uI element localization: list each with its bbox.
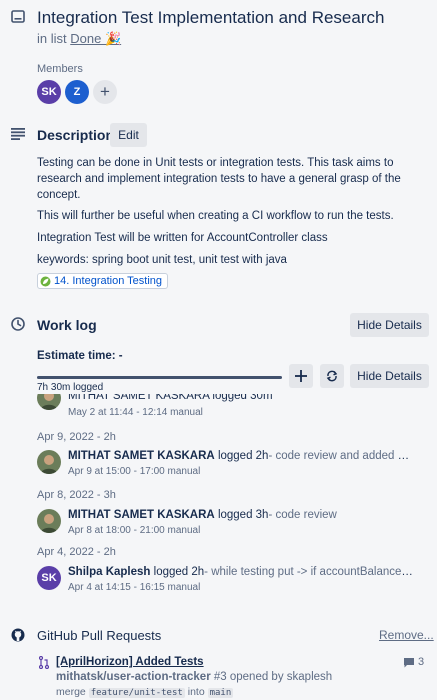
member-avatar-sk[interactable]: SK bbox=[37, 80, 61, 104]
list-info: in list Done 🎉 bbox=[37, 31, 121, 47]
remove-github-button[interactable]: Remove... bbox=[379, 628, 434, 642]
entry-text: MITHAT SAMET KASKARA logged 2h- code rev… bbox=[68, 450, 413, 462]
spring-leaf-icon bbox=[40, 276, 51, 286]
plus-icon bbox=[295, 370, 307, 382]
list-link[interactable]: Done 🎉 bbox=[70, 31, 121, 46]
entry-user-name[interactable]: Shilpa Kaplesh bbox=[68, 566, 150, 578]
entry-meta: Apr 8 at 18:00 - 21:00 manual bbox=[68, 525, 201, 536]
in-list-prefix: in list bbox=[37, 31, 67, 46]
pr-to-branch: main bbox=[207, 688, 234, 698]
member-avatar-z[interactable]: Z bbox=[65, 80, 89, 104]
entry-meta: Apr 9 at 15:00 - 17:00 manual bbox=[68, 466, 201, 477]
card-title: Integration Test Implementation and Rese… bbox=[37, 8, 385, 27]
refresh-worklog-button[interactable] bbox=[320, 364, 344, 388]
entry-avatar: SK bbox=[37, 566, 61, 590]
worklog-list[interactable]: MITHAT SAMET KASKARA logged 30m May 2 at… bbox=[0, 394, 437, 606]
entry-note: - while testing put -> if accountBalance… bbox=[204, 566, 413, 578]
worklog-title: Work log bbox=[37, 317, 97, 333]
github-icon bbox=[11, 628, 25, 642]
description-paragraph: keywords: spring boot unit test, unit te… bbox=[37, 254, 287, 266]
day-label: Apr 4, 2022 - 2h bbox=[37, 546, 116, 558]
entry-meta: May 2 at 11:44 - 12:14 manual bbox=[68, 407, 203, 418]
comment-icon bbox=[404, 657, 414, 667]
entry-text: MITHAT SAMET KASKARA logged 3h- code rev… bbox=[68, 509, 413, 521]
worklog-progress-fill bbox=[37, 376, 282, 379]
entry-user-name[interactable]: MITHAT SAMET KASKARA bbox=[68, 509, 215, 521]
logged-total: 7h 30m logged bbox=[37, 382, 104, 393]
clock-icon bbox=[11, 317, 25, 331]
entry-text: Shilpa Kaplesh logged 2h- while testing … bbox=[68, 566, 413, 578]
pull-request-icon bbox=[39, 656, 49, 669]
refresh-icon bbox=[326, 370, 338, 382]
pull-request-title[interactable]: [AprilHorizon] Added Tests bbox=[56, 656, 204, 668]
day-label: Apr 8, 2022 - 3h bbox=[37, 489, 116, 501]
entry-avatar bbox=[37, 450, 61, 474]
entry-user-name[interactable]: MITHAT SAMET KASKARA bbox=[68, 450, 215, 462]
chip-label: 14. Integration Testing bbox=[54, 275, 163, 287]
pr-from-branch: feature/unit-test bbox=[88, 688, 185, 698]
integration-testing-link-chip[interactable]: 14. Integration Testing bbox=[37, 273, 169, 289]
pr-comments: 3 bbox=[403, 656, 424, 668]
description-paragraph: Integration Test will be written for Acc… bbox=[37, 232, 328, 244]
edit-description-button[interactable]: Edit bbox=[110, 123, 147, 147]
pr-into-word: into bbox=[187, 686, 205, 698]
pull-request-branches: merge feature/unit-test into main bbox=[56, 686, 234, 698]
entry-note: - code review bbox=[268, 509, 337, 521]
pr-merge-word: merge bbox=[56, 686, 86, 698]
pr-opened: #3 opened by skaplesh bbox=[213, 671, 333, 683]
entry-action: logged 3h bbox=[217, 509, 269, 521]
entry-action: logged 2h bbox=[217, 450, 269, 462]
hide-details-button[interactable]: Hide Details bbox=[350, 313, 429, 337]
card-icon bbox=[11, 10, 25, 23]
entry-avatar bbox=[37, 394, 61, 410]
entry-avatar bbox=[37, 509, 61, 533]
entry-meta: Apr 4 at 14:15 - 16:15 manual bbox=[68, 582, 201, 593]
add-member-button[interactable]: + bbox=[93, 80, 117, 104]
members-row: SK Z + bbox=[37, 80, 117, 104]
worklog-progress-bar bbox=[37, 376, 282, 379]
members-label: Members bbox=[37, 63, 83, 75]
entry-text: MITHAT SAMET KASKARA logged 30m bbox=[68, 394, 273, 402]
description-icon bbox=[11, 128, 25, 140]
pr-comment-count: 3 bbox=[418, 656, 425, 668]
entry-note: - code review and added sam... bbox=[268, 450, 413, 462]
day-label: Apr 9, 2022 - 2h bbox=[37, 431, 116, 443]
description-paragraph: This will further be useful when creatin… bbox=[37, 210, 394, 222]
add-worklog-button[interactable] bbox=[289, 364, 313, 388]
github-title: GitHub Pull Requests bbox=[37, 628, 162, 643]
description-paragraph: Testing can be done in Unit tests or int… bbox=[37, 157, 401, 201]
pull-request-meta: mithatsk/user-action-tracker #3 opened b… bbox=[56, 671, 332, 683]
description-title: Description bbox=[37, 127, 115, 143]
pr-repo[interactable]: mithatsk/user-action-tracker bbox=[56, 671, 211, 683]
entry-action: logged 2h bbox=[153, 566, 205, 578]
estimate-label: Estimate time: - bbox=[37, 350, 123, 362]
hide-details-button-secondary[interactable]: Hide Details bbox=[350, 364, 429, 388]
